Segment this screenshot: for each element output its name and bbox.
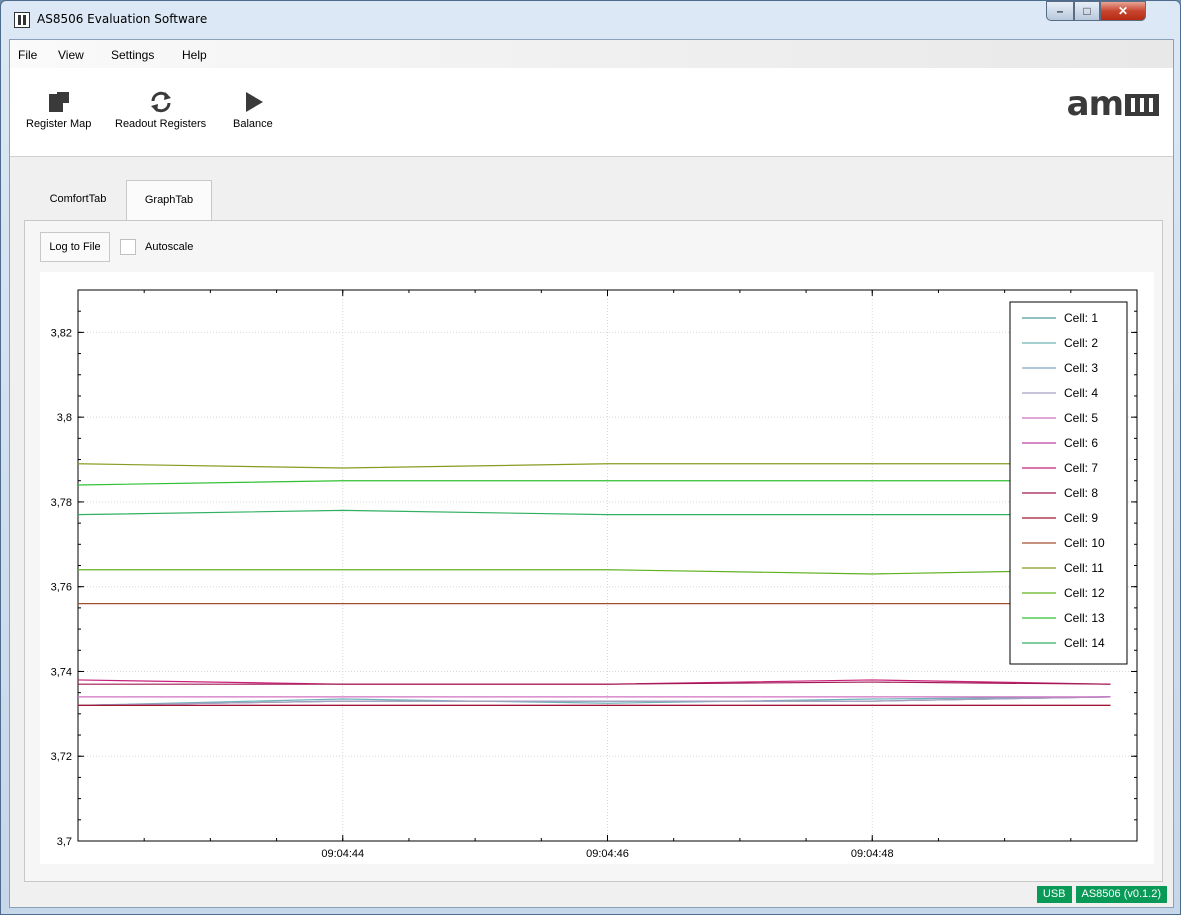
x-tick-label: 09:04:46 [586,848,629,860]
y-tick-label: 3,7 [57,836,72,848]
menu-view[interactable]: View [58,48,84,62]
legend-entry: Cell: 11 [1064,561,1104,575]
series-line-cell-13 [77,480,1111,486]
legend-entry: Cell: 6 [1064,436,1098,450]
legend-box [1009,301,1128,665]
window-title: AS8506 Evaluation Software [37,12,208,26]
menu-help[interactable]: Help [182,48,207,62]
y-tick-label: 3,78 [51,497,72,509]
series-line-cell-7 [77,679,1111,685]
tab-comfort[interactable]: ComfortTab [30,180,126,219]
tab-graph[interactable]: GraphTab [126,180,212,220]
y-tick-label: 3,76 [51,582,72,594]
menu-bar: File View Settings Help [10,40,1173,68]
tab-bar: ComfortTab GraphTab [10,156,1173,220]
y-tick-label: 3,74 [51,666,72,678]
x-tick-label: 09:04:44 [321,848,364,860]
legend-entry: Cell: 1 [1064,311,1098,325]
legend-entry: Cell: 10 [1064,536,1105,550]
device-status-badge: AS8506 (v0.1.2) [1075,886,1167,903]
autoscale-checkbox[interactable] [120,239,136,255]
legend-entry: Cell: 14 [1064,636,1105,650]
ams-logo: am [1067,84,1159,124]
legend-entry: Cell: 8 [1064,486,1098,500]
plot-area[interactable]: 3,7 3,72 3,74 3,76 3,78 3,8 3,82 09:04:44 09:04:… [40,272,1154,864]
title-bar[interactable]: AS8506 Evaluation Software – □ ✕ [1,1,1180,39]
readout-registers-button[interactable]: Readout Registers [115,90,206,130]
main-window: AS8506 Evaluation Software – □ ✕ File Vi… [0,0,1181,915]
legend-entry: Cell: 2 [1064,336,1098,350]
chart-legend: Cell: 1 Cell: 2 Cell: 3 Cell: 4 Cell: 5 Cell:… [1009,301,1128,665]
balance-button[interactable]: Balance [233,90,273,130]
y-tick-label: 3,72 [51,751,72,763]
y-tick-label: 3,82 [51,327,72,339]
register-map-icon [47,90,71,114]
legend-entry: Cell: 4 [1064,386,1098,400]
series-line-cell-11 [77,463,1111,469]
legend-entry: Cell: 5 [1064,411,1098,425]
log-to-file-button[interactable]: Log to File [40,232,110,262]
close-button[interactable]: ✕ [1100,1,1146,21]
legend-entry: Cell: 7 [1064,461,1098,475]
refresh-icon [149,90,173,114]
minimize-button[interactable]: – [1046,1,1074,21]
toolbar: Register Map Readout Registers Balance a… [10,68,1173,157]
series-line-cell-14 [77,509,1111,516]
usb-status-badge: USB [1036,886,1072,903]
legend-entry: Cell: 12 [1064,586,1105,600]
autoscale-label: Autoscale [145,241,194,253]
status-bar: USB AS8506 (v0.1.2) [1033,886,1167,903]
legend-entry: Cell: 9 [1064,511,1098,525]
maximize-button[interactable]: □ [1074,1,1100,21]
series-line-cell-12 [78,569,1111,575]
menu-file[interactable]: File [18,48,37,62]
cell-voltage-chart[interactable]: 3,7 3,72 3,74 3,76 3,78 3,8 3,82 09:04:44 09:04:… [40,272,1154,864]
menu-settings[interactable]: Settings [111,48,154,62]
legend-entry: Cell: 3 [1064,361,1098,375]
y-tick-label: 3,8 [57,412,72,424]
graph-tab-panel: Log to File Autoscale 3,7 3,72 3,74 3,76 3,7… [24,220,1163,882]
legend-entry: Cell: 13 [1064,611,1105,625]
play-icon [241,90,265,114]
register-map-button[interactable]: Register Map [26,90,91,130]
x-tick-label: 09:04:48 [851,848,894,860]
client-area: File View Settings Help Register Map Rea… [9,39,1174,908]
app-icon [14,12,30,28]
